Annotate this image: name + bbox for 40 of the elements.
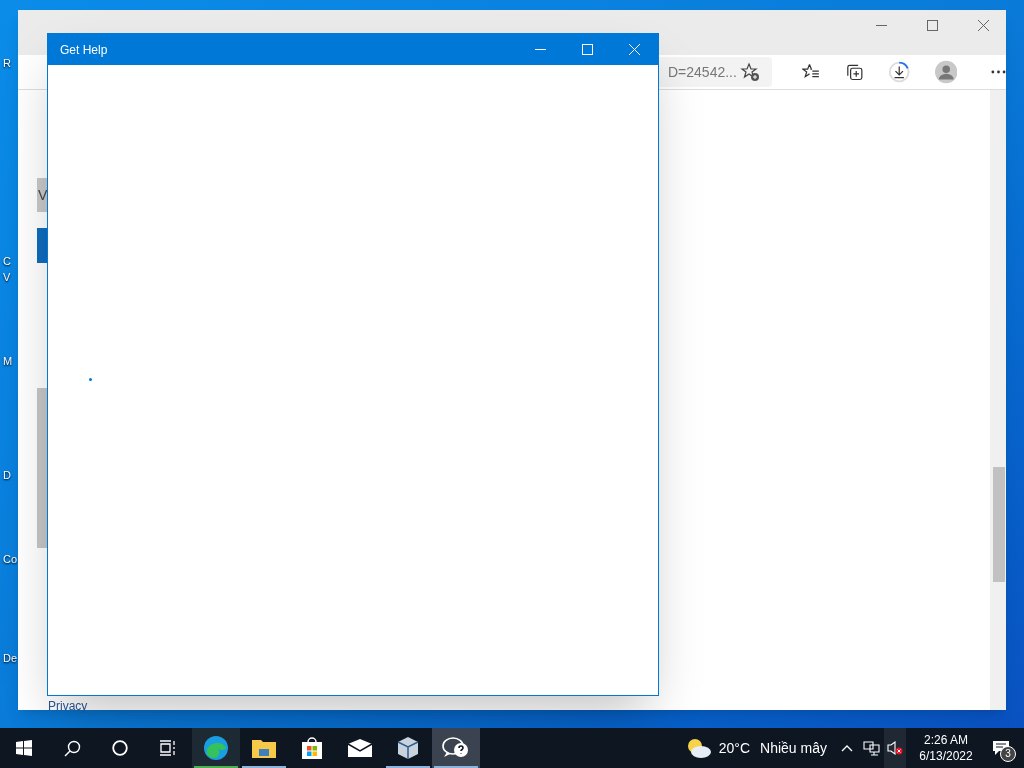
minimize-icon[interactable] [876,24,887,26]
folder-icon [251,737,277,759]
search-icon [63,739,81,757]
privacy-link[interactable]: Privacy [48,697,88,715]
chevron-up-icon[interactable] [841,744,853,752]
help-chat-icon [442,736,470,760]
download-icon[interactable] [888,60,911,84]
edge-icon [203,735,229,761]
weather-temperature[interactable]: 20°C [718,737,751,759]
more-icon[interactable] [991,70,1006,74]
desktop-icon-label: R [3,58,11,69]
volume-muted-icon[interactable] [884,728,906,768]
scrollbar[interactable] [990,90,1006,710]
page-heading: V [37,188,48,202]
desktop-icon-label: C [3,256,11,267]
partly-cloudy-icon [686,738,711,758]
circle-icon [112,740,128,756]
close-icon[interactable] [978,19,989,31]
network-icon[interactable] [863,740,880,756]
collections-icon[interactable] [845,62,865,82]
desktop-icon-label: V [3,272,11,283]
windows-logo-icon [16,740,32,756]
clock-date[interactable]: 6/13/2022 [919,748,973,764]
maximize-icon[interactable] [927,19,938,31]
add-favorite-icon[interactable] [739,62,760,82]
desktop-icon-label: M [3,356,13,367]
clock-time[interactable]: 2:26 AM [924,732,968,748]
notification-count-badge: 3 [1000,746,1016,762]
desktop-icon-label: D [3,470,11,481]
profile-avatar-icon[interactable] [934,60,958,84]
taskbar-app-button[interactable] [432,728,480,768]
task-view-icon [159,740,177,756]
taskbar-app-button[interactable] [192,728,240,768]
window-title: Get Help [60,41,108,59]
desktop-icon-label: De [3,653,18,664]
shopping-bag-icon [300,736,324,760]
envelope-icon [347,738,373,758]
weather-condition[interactable]: Nhiều mây [760,737,827,759]
cube-icon [396,736,420,760]
desktop-icon-label: Co [3,554,18,565]
